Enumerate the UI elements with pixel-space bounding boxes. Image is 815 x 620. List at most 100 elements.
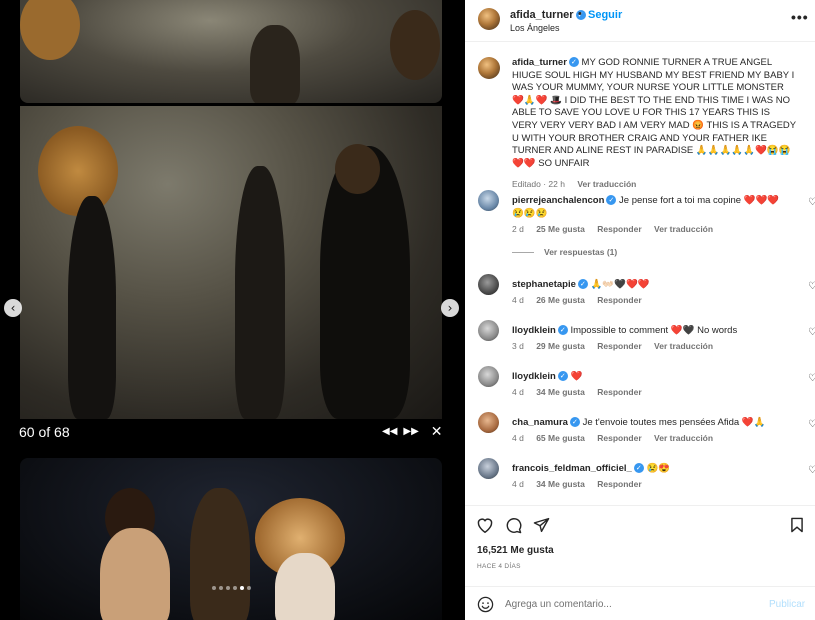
verified-icon: ✓ bbox=[633, 463, 644, 474]
translate-link[interactable]: Ver traducción bbox=[654, 433, 713, 443]
like-heart-icon[interactable] bbox=[476, 517, 494, 533]
edited-label: Editado · 22 h bbox=[512, 179, 565, 190]
close-icon[interactable]: ✕ bbox=[431, 424, 443, 440]
add-comment-bar: Publicar bbox=[465, 586, 815, 620]
comment-username[interactable]: pierrejeanchalencon bbox=[512, 195, 604, 206]
figure-hair bbox=[20, 0, 80, 60]
like-comment-icon[interactable]: ♡ bbox=[808, 197, 815, 208]
chevron-right-icon: › bbox=[447, 301, 453, 315]
figure-hair bbox=[390, 10, 440, 80]
caption-username[interactable]: afida_turner bbox=[512, 57, 567, 68]
reply-button[interactable]: Responder bbox=[597, 224, 641, 234]
verified-icon: ✓ bbox=[568, 57, 579, 68]
carousel-dot bbox=[240, 586, 244, 590]
reply-button[interactable]: Responder bbox=[597, 295, 641, 305]
figure bbox=[190, 488, 250, 620]
comment-likes[interactable]: 26 Me gusta bbox=[536, 295, 585, 305]
emoji-smile-icon[interactable] bbox=[477, 596, 494, 613]
comment-age: 3 d bbox=[512, 341, 524, 351]
location-link[interactable]: Los Ángeles bbox=[510, 23, 560, 33]
photo-current[interactable] bbox=[20, 106, 442, 419]
comment-bubble-icon[interactable] bbox=[505, 517, 522, 534]
comment-age: 4 d bbox=[512, 433, 524, 443]
comment-age: 4 d bbox=[512, 387, 524, 397]
publish-button[interactable]: Publicar bbox=[769, 599, 805, 610]
reply-button[interactable]: Responder bbox=[597, 479, 641, 489]
comment-text: ❤️ bbox=[570, 371, 583, 382]
reply-button[interactable]: Responder bbox=[597, 433, 641, 443]
avatar[interactable] bbox=[478, 190, 499, 211]
comment-meta: 4 d 26 Me gusta Responder bbox=[512, 295, 642, 305]
comment-likes[interactable]: 29 Me gusta bbox=[536, 341, 585, 351]
comments-list[interactable]: afida_turner ✓ MY GOD RONNIE TURNER A TRU… bbox=[465, 43, 815, 505]
translate-link[interactable]: Ver traducción bbox=[654, 224, 713, 234]
translate-link[interactable]: Ver traducción bbox=[577, 179, 636, 189]
carousel-dot bbox=[226, 586, 230, 590]
reply-button[interactable]: Responder bbox=[597, 341, 641, 351]
comment-body: lloydklein ✓ Impossible to comment ❤️🖤 No… bbox=[512, 324, 782, 337]
comment-body: francois_feldman_officiel_ ✓ 😢😍 bbox=[512, 462, 782, 475]
comment-likes[interactable]: 34 Me gusta bbox=[536, 479, 585, 489]
comment-input[interactable] bbox=[505, 596, 755, 612]
post-actions: 16,521 Me gusta HACE 4 DÍAS Publicar bbox=[465, 505, 815, 620]
figure bbox=[250, 25, 300, 103]
view-replies-link[interactable]: Ver respuestas (1) bbox=[512, 247, 617, 257]
post-panel: afida_turner ✓ • Seguir Los Ángeles ••• a… bbox=[465, 0, 815, 620]
comment-likes[interactable]: 34 Me gusta bbox=[536, 387, 585, 397]
verified-icon: ✓ bbox=[557, 371, 568, 382]
comment-body: pierrejeanchalencon ✓ Je pense fort a toi… bbox=[512, 194, 782, 220]
avatar[interactable] bbox=[478, 458, 499, 479]
like-comment-icon[interactable]: ♡ bbox=[808, 419, 815, 430]
avatar[interactable] bbox=[478, 8, 500, 30]
forward-icon[interactable]: ▶▶ bbox=[403, 426, 418, 440]
username-text: afida_turner bbox=[510, 9, 574, 21]
previous-photo-button[interactable]: ‹ bbox=[4, 299, 22, 317]
carousel-dot bbox=[212, 586, 216, 590]
carousel-dot bbox=[247, 586, 251, 590]
avatar[interactable] bbox=[478, 320, 499, 341]
comment-username[interactable]: cha_namura bbox=[512, 417, 568, 428]
comment-username[interactable]: francois_feldman_officiel_ bbox=[512, 463, 632, 474]
author-username[interactable]: afida_turner ✓ bbox=[510, 9, 586, 21]
caption-body: afida_turner ✓ MY GOD RONNIE TURNER A TRU… bbox=[512, 57, 798, 191]
posted-time: HACE 4 DÍAS bbox=[477, 563, 521, 570]
comment-body: lloydklein ✓ ❤️ bbox=[512, 370, 782, 383]
photo-previous[interactable] bbox=[20, 0, 442, 103]
comment-likes[interactable]: 65 Me gusta bbox=[536, 433, 585, 443]
comment-body: stephanetapie ✓ 🙏👐🏻🖤❤️❤️ bbox=[512, 278, 782, 291]
figure-hair bbox=[38, 126, 118, 216]
translate-link[interactable]: Ver traducción bbox=[654, 341, 713, 351]
comment-username[interactable]: lloydklein bbox=[512, 371, 556, 382]
avatar[interactable] bbox=[478, 412, 499, 433]
share-paper-plane-icon[interactable] bbox=[533, 517, 550, 533]
more-options-icon[interactable]: ••• bbox=[791, 9, 809, 25]
like-comment-icon[interactable]: ♡ bbox=[808, 465, 815, 476]
rewind-icon[interactable]: ◀◀ bbox=[382, 426, 397, 440]
chevron-left-icon: ‹ bbox=[10, 301, 16, 315]
comment-meta: 2 d 25 Me gusta Responder Ver traducción bbox=[512, 224, 713, 234]
comment-username[interactable]: lloydklein bbox=[512, 325, 556, 336]
likes-count[interactable]: 16,521 Me gusta bbox=[477, 545, 554, 556]
comment-meta: 4 d 34 Me gusta Responder bbox=[512, 479, 642, 489]
avatar[interactable] bbox=[478, 57, 500, 79]
verified-icon: ✓ bbox=[577, 279, 588, 290]
verified-icon: ✓ bbox=[569, 417, 580, 428]
next-photo-button[interactable]: › bbox=[441, 299, 459, 317]
photo-next[interactable] bbox=[20, 458, 442, 620]
comment-username[interactable]: stephanetapie bbox=[512, 279, 576, 290]
comment-text: 🙏👐🏻🖤❤️❤️ bbox=[590, 279, 650, 290]
like-comment-icon[interactable]: ♡ bbox=[808, 373, 815, 384]
caption-meta: Editado · 22 h Ver traducción bbox=[512, 178, 798, 191]
avatar[interactable] bbox=[478, 274, 499, 295]
media-viewer: ‹ › 60 of 68 ◀◀ ▶▶ ✕ bbox=[0, 0, 465, 620]
verified-icon: ✓ bbox=[606, 195, 617, 206]
like-comment-icon[interactable]: ♡ bbox=[808, 281, 815, 292]
comment-text: Impossible to comment ❤️🖤 No words bbox=[570, 325, 738, 336]
follow-button[interactable]: Seguir bbox=[588, 9, 622, 21]
avatar[interactable] bbox=[478, 366, 499, 387]
save-bookmark-icon[interactable] bbox=[790, 517, 804, 533]
reply-button[interactable]: Responder bbox=[597, 387, 641, 397]
like-comment-icon[interactable]: ♡ bbox=[808, 327, 815, 338]
comment-meta: 4 d 34 Me gusta Responder bbox=[512, 387, 642, 397]
comment-likes[interactable]: 25 Me gusta bbox=[536, 224, 585, 234]
